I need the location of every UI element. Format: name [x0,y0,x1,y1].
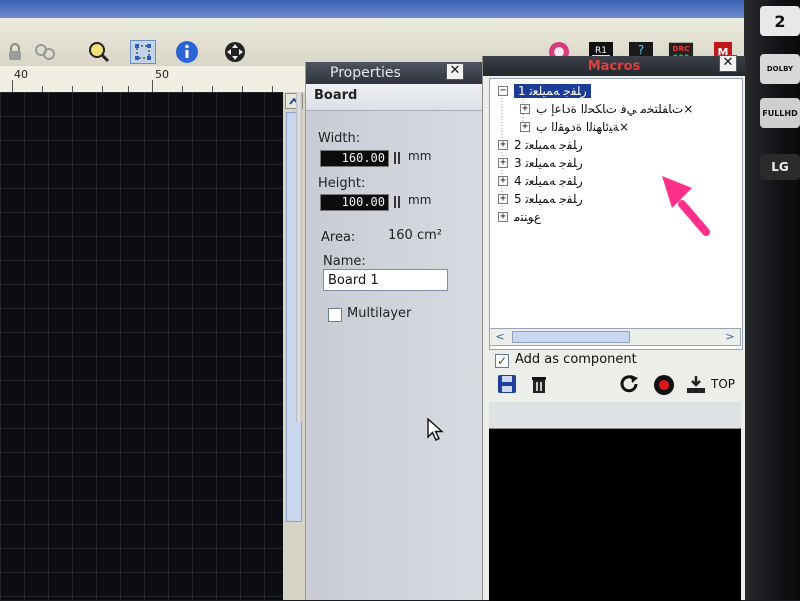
scroll-left-icon[interactable]: < [492,329,508,345]
layers-icon[interactable] [32,40,58,64]
expand-icon[interactable]: + [498,212,508,222]
monitor-bezel [744,0,800,600]
properties-section-title: Board [314,88,358,103]
width-unit: mm [408,149,432,163]
tree-node[interactable]: + ﺭﻠﻔﺟ ﻪﻤﻴﻠﻌﺗ 2 [498,137,583,153]
expand-icon[interactable]: + [498,158,508,168]
tree-node[interactable]: + ﺭﻠﻔﺟ ﻪﻤﻴﻠﻌﺗ 5 [498,191,583,207]
tree-node-label: ﺭﻠﻔﺟ ﻪﻤﻴﻠﻌﺗ 1 [514,84,591,98]
collapse-icon[interactable]: − [498,86,508,96]
tree-node-label: ﺔﻴﺋﺎﻬﻨﻟﺍ ﺓﺩﻮﻘﻟﺍ ﺏ× [536,120,630,134]
board-name-input[interactable]: Board 1 [323,269,448,291]
height-input[interactable]: 100.00 [320,194,389,211]
tree-node-label: ﺭﻠﻔﺟ ﻪﻤﻴﻠﻌﺗ 4 [514,174,583,188]
tree-node[interactable]: + ﺕﺎﻔﻠﺘﺨﻣ ﻲﻓ ﺕﺎﻜﺤﻟﺍ ﺓﺩﺎﻋﺇ ﺏ× [520,101,693,117]
info-icon[interactable] [174,40,200,64]
sticker-dolby: DOLBY [760,54,800,84]
top-label: TOP [711,377,736,391]
area-value: 160 cm² [388,228,442,243]
select-tool-icon[interactable] [130,40,156,64]
tree-horizontal-scrollbar[interactable]: < > [489,328,741,346]
annotation-arrow-icon [662,176,710,236]
horizontal-ruler: 40 50 [0,66,305,93]
drc-label: DRC [672,44,689,53]
tree-node[interactable]: − ﺭﻠﻔﺟ ﻪﻤﻴﻠﻌﺗ 1 [498,83,591,99]
sticker-fullhd: FULLHD [760,98,800,128]
trash-icon[interactable] [529,374,549,398]
sticker-lg: LG [760,154,800,180]
tree-node[interactable]: + ﻉﻮﻨﺘﻣ [498,209,541,225]
tree-node[interactable]: + ﺔﻴﺋﺎﻬﻨﻟﺍ ﺓﺩﻮﻘﻟﺍ ﺏ× [520,119,629,135]
height-unit: mm [408,193,432,207]
tree-node[interactable]: + ﺭﻠﻔﺟ ﻪﻤﻴﻠﻌﺗ 3 [498,155,583,171]
zoom-icon[interactable] [86,40,112,64]
expand-icon[interactable]: + [520,104,530,114]
preview-header [489,402,741,428]
tree-node[interactable]: + ﺭﻠﻔﺟ ﻪﻤﻴﻠﻌﺗ 4 [498,173,583,189]
help-label: ? [638,43,644,57]
width-label: Width: [318,131,361,146]
tree-node-label: ﺭﻠﻔﺟ ﻪﻤﻴﻠﻌﺗ 3 [514,156,583,170]
ruler-label-50: 50 [155,68,169,81]
record-macro-icon[interactable] [653,374,675,400]
properties-section-header: Board [306,84,482,111]
ruler-tick [152,80,153,92]
panel-splitter[interactable] [296,92,302,422]
area-label: Area: [321,230,356,245]
properties-title: Properties [330,65,401,81]
expand-icon[interactable]: + [498,176,508,186]
ruler-tick [12,80,13,92]
width-spinner[interactable] [394,152,400,164]
save-icon[interactable] [497,374,517,398]
name-label: Name: [323,254,366,269]
add-as-component-checkbox[interactable]: ✓ [495,354,509,368]
mouse-cursor-icon [427,418,444,441]
move-icon[interactable] [222,40,248,64]
macros-close-button[interactable]: ✕ [719,55,737,72]
tree-node-label: ﻉﻮﻨﺘﻣ [514,210,542,224]
macros-titlebar: Macros [483,56,745,76]
add-as-component-label: Add as component [515,352,637,367]
macros-title: Macros [587,58,641,74]
tree-node-label: ﺭﻠﻔﺟ ﻪﻤﻴﻠﻌﺗ 2 [514,138,583,152]
multilayer-label: Multilayer [347,306,412,321]
r1-label: R1 [595,46,607,56]
refresh-icon[interactable] [619,374,641,398]
expand-icon[interactable]: + [520,122,530,132]
scroll-right-icon[interactable]: > [722,329,738,345]
properties-close-button[interactable]: ✕ [446,63,464,80]
lock-icon[interactable] [2,40,28,64]
window-title-strip [0,0,750,18]
sticker-2: 2 [760,6,800,36]
tree-scroll-thumb[interactable] [512,331,630,343]
import-icon[interactable] [685,374,707,398]
expand-icon[interactable]: + [498,194,508,204]
macro-preview [489,428,741,601]
macro-toolbar: ✓ Add as component TOP [489,350,745,400]
tree-node-label: ﺭﻠﻔﺟ ﻪﻤﻴﻠﻌﺗ 5 [514,192,583,206]
width-input[interactable]: 160.00 [320,150,389,167]
multilayer-checkbox[interactable] [328,308,342,322]
tree-node-label: ﺕﺎﻔﻠﺘﺨﻣ ﻲﻓ ﺕﺎﻜﺤﻟﺍ ﺓﺩﺎﻋﺇ ﺏ× [536,102,694,116]
pcb-canvas[interactable] [0,92,283,600]
ruler-label-40: 40 [14,68,28,81]
macros-panel: Macros ✕ − ﺭﻠﻔﺟ ﻪﻤﻴﻠﻌﺗ 1 + ﺕﺎﻔﻠﺘﺨﻣ ﻲﻓ ﺕﺎﻜﺤﻟ… [482,55,745,601]
height-spinner[interactable] [394,196,400,208]
expand-icon[interactable]: + [498,140,508,150]
height-label: Height: [318,176,366,191]
